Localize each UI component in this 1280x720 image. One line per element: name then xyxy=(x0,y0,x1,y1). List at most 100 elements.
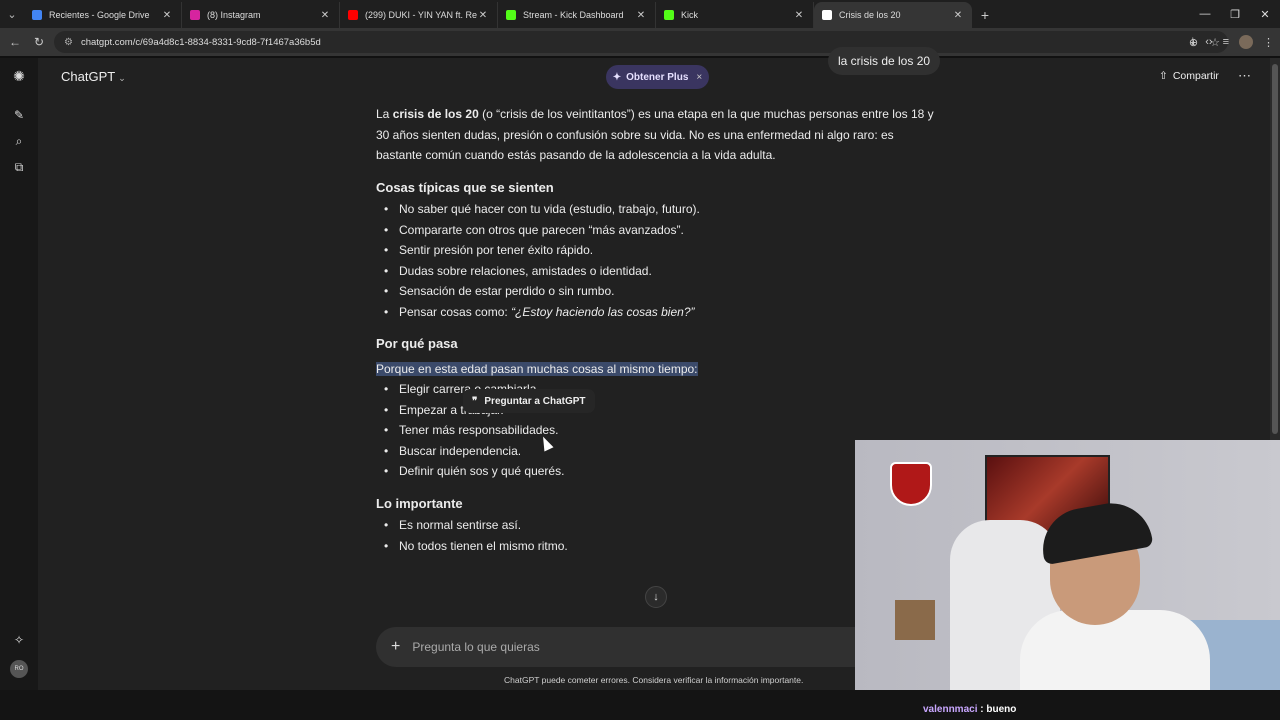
browser-menu-icon[interactable]: ⋮ xyxy=(1263,36,1274,49)
url-text: chatgpt.com/c/69a4d8c1-8834-8331-9cd8-7f… xyxy=(80,36,321,48)
list-item: Elegir carrera o cambiarla. xyxy=(376,379,936,400)
club-shield-icon xyxy=(890,462,932,506)
minimize-button[interactable]: — xyxy=(1190,0,1220,28)
tab-favicon-icon xyxy=(348,10,358,20)
stream-chat-bar xyxy=(0,690,1280,720)
webcam-overlay xyxy=(855,440,1280,690)
list-item: Sensación de estar perdido o sin rumbo. xyxy=(376,281,936,302)
message-composer[interactable]: + Pregunta lo que quieras xyxy=(376,627,936,667)
stream-chat-message: valennmaci : bueno xyxy=(923,704,1016,715)
library-icon[interactable]: ⧉ xyxy=(11,159,27,175)
site-info-icon[interactable]: ⚙ xyxy=(64,37,73,48)
openai-logo-icon[interactable]: ✺ xyxy=(11,68,27,84)
tab-title: (8) Instagram xyxy=(207,10,261,20)
ask-chatgpt-popup[interactable]: ❞ Preguntar a ChatGPT xyxy=(463,389,595,413)
new-tab-button[interactable]: + xyxy=(972,2,998,28)
model-label: ChatGPT xyxy=(61,69,116,84)
tab-favicon-icon xyxy=(664,10,674,20)
scrollbar-thumb[interactable] xyxy=(1272,64,1278,434)
disclaimer-text: ChatGPT puede cometer errores. Considera… xyxy=(504,675,804,685)
bullet-list: No saber qué hacer con tu vida (estudio,… xyxy=(376,199,936,322)
ask-chatgpt-label: Preguntar a ChatGPT xyxy=(484,395,586,407)
new-chat-icon[interactable]: ✎ xyxy=(11,107,27,123)
list-item: Pensar cosas como: “¿Estoy haciendo las … xyxy=(376,302,936,323)
chevron-down-icon: ⌄ xyxy=(118,73,126,83)
browser-tab[interactable]: Crisis de los 20 ✕ xyxy=(814,2,972,28)
tab-close-icon[interactable]: ✕ xyxy=(161,10,173,21)
share-icon: ⇧ xyxy=(1159,70,1168,82)
composer-placeholder[interactable]: Pregunta lo que quieras xyxy=(412,640,539,654)
quote-icon: ❞ xyxy=(472,395,478,407)
get-plus-label: Obtener Plus xyxy=(626,71,689,83)
browser-tab[interactable]: (8) Instagram ✕ xyxy=(182,2,340,28)
tab-close-icon[interactable]: ✕ xyxy=(635,10,647,21)
list-item: Compararte con otros que parecen “más av… xyxy=(376,220,936,241)
tab-close-icon[interactable]: ✕ xyxy=(319,10,331,21)
tab-title: (299) DUKI - YIN YAN ft. Rels B xyxy=(365,10,477,20)
tab-close-icon[interactable]: ✕ xyxy=(952,10,964,21)
list-item: Sentir presión por tener éxito rápido. xyxy=(376,240,936,261)
streamer xyxy=(1020,496,1210,690)
intro-text: La xyxy=(376,107,393,121)
tab-title: Crisis de los 20 xyxy=(839,10,901,20)
list-item: Es normal sentirse así. xyxy=(376,515,936,536)
maximize-button[interactable]: ❐ xyxy=(1220,0,1250,28)
user-avatar[interactable]: RO xyxy=(10,660,28,678)
model-selector[interactable]: ChatGPT ⌄ xyxy=(61,69,126,84)
list-item: Definir quién sos y qué querés. xyxy=(376,461,936,482)
profile-avatar[interactable] xyxy=(1239,35,1253,49)
sparkle-icon: ✦ xyxy=(612,71,622,83)
reload-button[interactable]: ↻ xyxy=(27,30,51,54)
download-icon[interactable]: ⤓ xyxy=(1190,36,1195,49)
list-item: No todos tienen el mismo ritmo. xyxy=(376,536,936,557)
sparkle-icon[interactable]: ✧ xyxy=(11,632,27,648)
tab-close-icon[interactable]: ✕ xyxy=(793,10,805,21)
list-item: Empezar a trabajar. xyxy=(376,400,936,421)
browser-toolbar: ← ↻ ⚙ chatgpt.com/c/69a4d8c1-8834-8331-9… xyxy=(0,28,1280,56)
section-heading: Por qué pasa xyxy=(376,336,458,351)
intro-paragraph: La crisis de los 20 (o “crisis de los ve… xyxy=(376,104,936,166)
tab-favicon-icon xyxy=(822,10,832,20)
chat-username: valennmaci xyxy=(923,704,978,715)
bullet-list: Elegir carrera o cambiarla. Empezar a tr… xyxy=(376,379,936,482)
tab-menu-icon[interactable]: ≡ xyxy=(1223,36,1229,48)
section-heading: Cosas típicas que se sienten xyxy=(376,179,554,195)
devtools-icon[interactable]: ‹› xyxy=(1205,36,1212,48)
tab-title: Recientes - Google Drive xyxy=(49,10,150,20)
list-item: Dudas sobre relaciones, amistades o iden… xyxy=(376,261,936,282)
assistant-message: La crisis de los 20 (o “crisis de los ve… xyxy=(376,104,936,556)
section-heading: Lo importante xyxy=(376,495,463,511)
chat-text: : bueno xyxy=(977,704,1017,715)
close-icon[interactable]: × xyxy=(696,72,702,83)
intro-bold: crisis de los 20 xyxy=(392,107,479,121)
tab-title: Stream - Kick Dashboard xyxy=(523,10,624,20)
tab-favicon-icon xyxy=(32,10,42,20)
tab-favicon-icon xyxy=(190,10,200,20)
more-options-icon[interactable]: ⋯ xyxy=(1238,68,1251,84)
browser-tab[interactable]: Kick ✕ xyxy=(656,2,814,28)
get-plus-button[interactable]: ✦ Obtener Plus × xyxy=(606,65,709,89)
browser-tab[interactable]: Stream - Kick Dashboard ✕ xyxy=(498,2,656,28)
tab-search-button[interactable]: ⌄ xyxy=(0,0,24,28)
tab-title: Kick xyxy=(681,10,699,20)
browser-tab[interactable]: Recientes - Google Drive ✕ xyxy=(24,2,182,28)
close-window-button[interactable]: ✕ xyxy=(1250,0,1280,28)
search-icon[interactable]: ⌕ xyxy=(11,133,27,149)
window-controls: — ❐ ✕ xyxy=(1190,0,1280,28)
list-item: Tener más responsabilidades. xyxy=(376,420,936,441)
share-button[interactable]: ⇧ Compartir xyxy=(1159,70,1219,82)
tab-close-icon[interactable]: ✕ xyxy=(477,10,489,21)
browser-tab-strip: ⌄ Recientes - Google Drive ✕ (8) Instagram… xyxy=(0,0,1280,28)
back-button[interactable]: ← xyxy=(3,30,27,54)
highlighted-line: Porque en esta edad pasan muchas cosas a… xyxy=(376,359,936,380)
share-label: Compartir xyxy=(1172,70,1219,82)
user-message: la crisis de los 20 xyxy=(828,47,941,75)
list-item-quote: “¿Estoy haciendo las cosas bien?” xyxy=(511,304,695,319)
selected-text[interactable]: Porque en esta edad pasan muchas cosas a… xyxy=(376,361,698,376)
list-item: Buscar independencia. xyxy=(376,441,936,462)
browser-tab[interactable]: (299) DUKI - YIN YAN ft. Rels B✕ xyxy=(340,2,498,28)
address-bar[interactable]: ⚙ chatgpt.com/c/69a4d8c1-8834-8331-9cd8-… xyxy=(54,31,1228,53)
tab-favicon-icon xyxy=(506,10,516,20)
scroll-down-button[interactable]: ↓ xyxy=(645,586,667,608)
attach-plus-icon[interactable]: + xyxy=(391,638,400,656)
